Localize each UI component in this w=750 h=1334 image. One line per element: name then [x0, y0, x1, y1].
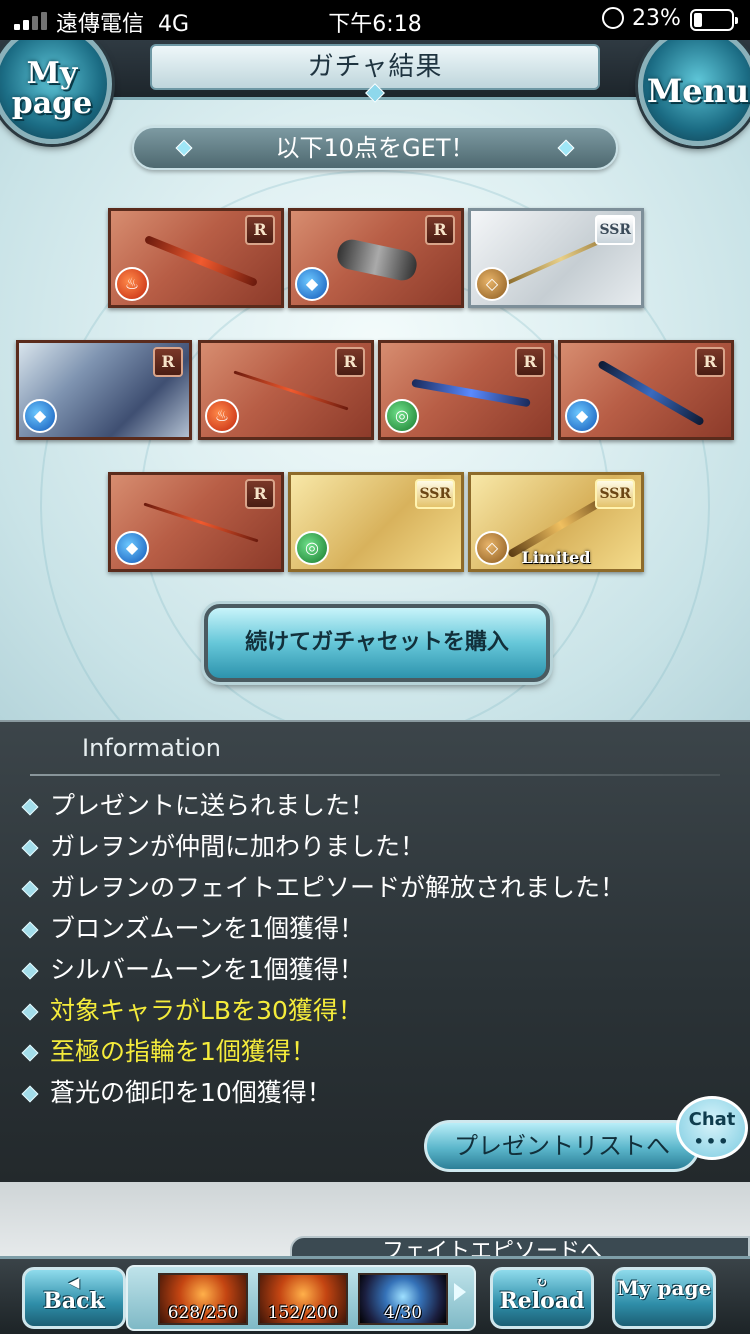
menu-button[interactable]: Menu	[638, 40, 750, 146]
water-element-icon: ◆	[23, 399, 57, 433]
ap-gauge: 628/250	[158, 1273, 248, 1325]
rarity-badge: SSR	[595, 215, 635, 245]
water-element-icon: ◆	[565, 399, 599, 433]
chat-label: Chat	[688, 1109, 736, 1130]
reload-button[interactable]: ↻ Reload	[490, 1267, 594, 1329]
rotation-lock-icon	[602, 7, 624, 29]
claw-icon	[411, 378, 531, 408]
bp-value: 152/200	[267, 1303, 339, 1323]
result-item-card[interactable]: SSR ◇	[468, 208, 644, 308]
info-message: シルバームーンを1個獲得！	[21, 950, 364, 986]
resource-panel[interactable]: 628/250 152/200 4/30	[126, 1265, 476, 1331]
info-message-highlight: 対象キャラがLBを30獲得！	[21, 991, 363, 1027]
fire-element-icon: ♨	[115, 267, 149, 301]
result-item-card[interactable]: R ◆	[288, 208, 464, 308]
bow-icon	[233, 370, 349, 411]
wind-element-icon: ◎	[385, 399, 419, 433]
rarity-badge: SSR	[595, 479, 635, 509]
chat-button[interactable]: Chat •••	[676, 1096, 748, 1160]
rarity-badge: R	[245, 215, 275, 245]
gauntlet-icon	[334, 237, 420, 283]
next-arrow-icon[interactable]	[454, 1283, 466, 1301]
buy-again-button[interactable]: 続けてガチャセットを購入	[204, 604, 550, 682]
result-item-card[interactable]: R ◆	[16, 340, 192, 440]
diamond-bullet-icon	[21, 798, 39, 816]
diamond-bullet-icon	[21, 1044, 39, 1062]
info-message: プレゼントに送られました！	[21, 786, 375, 822]
rarity-badge: R	[515, 347, 545, 377]
diamond-bullet-icon	[21, 962, 39, 980]
mypage-nav-button[interactable]: My page	[612, 1267, 716, 1329]
result-item-card[interactable]: R ◆	[108, 472, 284, 572]
bp-gauge: 152/200	[258, 1273, 348, 1325]
gem-ornament-icon	[365, 83, 385, 103]
info-message: ガレヲンが仲間に加わりました！	[21, 827, 425, 863]
battery-percent: 23%	[632, 6, 681, 31]
lower-content: フェイトエピソードへ	[0, 1182, 750, 1266]
diamond-bullet-icon	[21, 1085, 39, 1103]
bow-icon	[143, 502, 259, 543]
rarity-badge: R	[695, 347, 725, 377]
information-panel: Information プレゼントに送られました！ ガレヲンが仲間に加わりました…	[0, 720, 750, 1182]
information-title: Information	[82, 734, 221, 762]
rarity-badge: R	[335, 347, 365, 377]
sword-icon	[143, 234, 259, 288]
back-button[interactable]: ◀ Back	[22, 1267, 126, 1329]
diamond-bullet-icon	[21, 921, 39, 939]
bottom-nav-bar: ◀ Back 628/250 152/200 4/30 ↻ Reload My …	[0, 1256, 750, 1334]
page-title: ガチャ結果	[150, 44, 600, 103]
chat-dots-icon: •••	[693, 1132, 731, 1151]
present-list-button[interactable]: プレゼントリストへ	[424, 1120, 700, 1172]
wind-element-icon: ◎	[295, 531, 329, 565]
mypage-button[interactable]: My page	[0, 40, 112, 144]
earth-element-icon: ◇	[475, 267, 509, 301]
rarity-badge: SSR	[415, 479, 455, 509]
limited-badge: Limited	[521, 548, 591, 567]
diamond-icon	[175, 139, 193, 157]
result-item-card[interactable]: R ◆	[558, 340, 734, 440]
result-item-card[interactable]: R ♨	[108, 208, 284, 308]
rarity-badge: R	[153, 347, 183, 377]
ap-value: 628/250	[167, 1303, 239, 1323]
diamond-bullet-icon	[21, 880, 39, 898]
info-message: 蒼光の御印を10個獲得！	[21, 1073, 332, 1109]
diamond-icon	[557, 139, 575, 157]
rarity-badge: R	[245, 479, 275, 509]
diamond-bullet-icon	[21, 1003, 39, 1021]
gun-icon	[597, 359, 705, 427]
info-message-highlight: 至極の指輪を1個獲得！	[21, 1032, 316, 1068]
info-message: ブロンズムーンを1個獲得！	[21, 909, 364, 945]
water-element-icon: ◆	[295, 267, 329, 301]
water-element-icon: ◆	[115, 531, 149, 565]
rarity-badge: R	[425, 215, 455, 245]
result-subtitle: 以下10点をGET！	[132, 126, 618, 170]
status-bar: 遠傳電信 4G 下午6:18 23%	[0, 0, 750, 40]
diamond-bullet-icon	[21, 839, 39, 857]
battle-value: 4/30	[383, 1303, 423, 1323]
result-item-card[interactable]: R ◎	[378, 340, 554, 440]
result-item-card[interactable]: SSR ◎	[288, 472, 464, 572]
battle-gauge: 4/30	[358, 1273, 448, 1325]
result-item-card[interactable]: SSR ◇ Limited	[468, 472, 644, 572]
info-message: ガレヲンのフェイトエピソードが解放されました！	[21, 868, 625, 904]
gacha-result-screen: ガチャ結果 My page Menu 以下10点をGET！ R ♨ R ◆ SS…	[0, 40, 750, 720]
battery-icon	[690, 9, 738, 31]
fire-element-icon: ♨	[205, 399, 239, 433]
divider	[30, 774, 720, 776]
result-item-card[interactable]: R ♨	[198, 340, 374, 440]
